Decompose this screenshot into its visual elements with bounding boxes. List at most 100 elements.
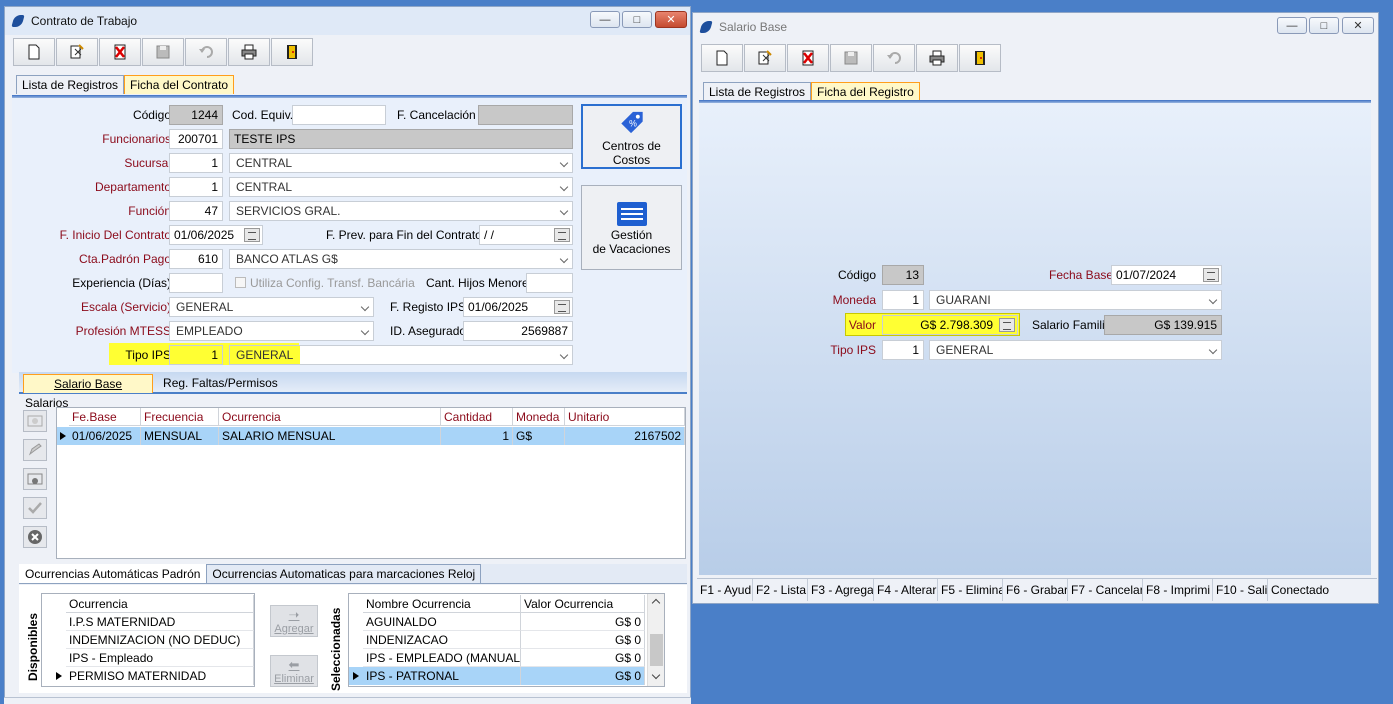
funcion-select[interactable]: SERVICIOS GRAL.: [229, 201, 573, 221]
close-button[interactable]: ✕: [1342, 17, 1374, 34]
escala-select[interactable]: GENERAL: [169, 297, 374, 317]
tab-ficha-contrato[interactable]: Ficha del Contrato: [124, 75, 235, 94]
col-header-fe-base[interactable]: Fe.Base: [69, 408, 141, 426]
experiencia-field[interactable]: [169, 273, 223, 293]
cod-equiv-field[interactable]: [292, 105, 386, 125]
edit-button[interactable]: [744, 44, 786, 72]
print-button[interactable]: [228, 38, 270, 66]
tipo-ips-select[interactable]: GENERAL: [229, 345, 573, 365]
tipo-ips-select[interactable]: GENERAL: [929, 340, 1222, 360]
new-button[interactable]: [13, 38, 55, 66]
calendar-icon[interactable]: [554, 300, 570, 314]
remove-row-button[interactable]: [23, 468, 47, 490]
eliminar-button[interactable]: ⬅ Eliminar: [270, 655, 318, 687]
col-header-moneda[interactable]: Moneda: [513, 408, 565, 426]
tipo-ips-id-field[interactable]: 1: [169, 345, 223, 365]
list-item[interactable]: I.P.S MATERNIDAD: [66, 613, 254, 631]
status-f8[interactable]: F8 - Imprimi: [1143, 579, 1213, 601]
cancel-row-button[interactable]: [23, 526, 47, 548]
salario-familia-field[interactable]: G$ 139.915: [1104, 315, 1222, 335]
list-item[interactable]: INDEMNIZACION (NO DEDUC): [66, 631, 254, 649]
funcionario-id-field[interactable]: 200701: [169, 129, 223, 149]
sel-cell-nombre[interactable]: IPS - EMPLEADO (MANUAL): [363, 649, 521, 667]
centros-costos-button[interactable]: % Centros de Costos: [581, 104, 682, 169]
status-f10[interactable]: F10 - Salir: [1213, 579, 1268, 601]
f-prev-field[interactable]: / /: [479, 225, 573, 245]
exit-button[interactable]: [271, 38, 313, 66]
sel-header-valor[interactable]: Valor Ocurrencia: [521, 595, 645, 613]
funcionario-nombre-field[interactable]: TESTE IPS: [229, 129, 573, 149]
calendar-icon[interactable]: [244, 228, 260, 242]
calculator-icon[interactable]: [999, 318, 1015, 332]
sucursal-select[interactable]: CENTRAL: [229, 153, 573, 173]
col-header-frecuencia[interactable]: Frecuencia: [141, 408, 219, 426]
tipo-ips-id-field[interactable]: 1: [882, 340, 924, 360]
gestion-vacaciones-button[interactable]: Gestión de Vacaciones: [581, 185, 682, 270]
id-asegurado-field[interactable]: 2569887: [463, 321, 573, 341]
f-inicio-field[interactable]: 01/06/2025: [169, 225, 263, 245]
cancel-button[interactable]: [185, 38, 227, 66]
utiliza-config-checkbox[interactable]: [235, 277, 246, 288]
add-row-button[interactable]: [23, 410, 47, 432]
edit-button[interactable]: [56, 38, 98, 66]
tab-lista-registros[interactable]: Lista de Registros: [703, 82, 812, 101]
minimize-button[interactable]: —: [590, 11, 620, 28]
calendar-icon[interactable]: [554, 228, 570, 242]
table-row[interactable]: IPS - PATRONAL G$ 0: [349, 667, 645, 685]
save-button[interactable]: [142, 38, 184, 66]
print-button[interactable]: [916, 44, 958, 72]
f-registo-ips-field[interactable]: 01/06/2025: [463, 297, 573, 317]
minimize-button[interactable]: —: [1277, 17, 1307, 34]
status-f4[interactable]: F4 - Alterar: [874, 579, 938, 601]
tab-ocurrencias-padron[interactable]: Ocurrencias Automáticas Padrón: [19, 564, 207, 583]
tab-ficha-registro[interactable]: Ficha del Registro: [811, 82, 920, 101]
status-f1[interactable]: F1 - Ayud: [697, 579, 753, 601]
delete-button[interactable]: [99, 38, 141, 66]
tab-lista-registros[interactable]: Lista de Registros: [16, 75, 125, 94]
status-f5[interactable]: F5 - Elimina: [938, 579, 1003, 601]
edit-row-button[interactable]: [23, 439, 47, 461]
departamento-select[interactable]: CENTRAL: [229, 177, 573, 197]
scroll-up-icon[interactable]: [651, 598, 661, 608]
disponibles-header[interactable]: Ocurrencia: [66, 595, 254, 613]
list-item[interactable]: PERMISO MATERNIDAD: [66, 667, 254, 685]
exit-button[interactable]: [959, 44, 1001, 72]
agregar-button[interactable]: ➝ Agregar: [270, 605, 318, 637]
col-header-cantidad[interactable]: Cantidad: [441, 408, 513, 426]
sel-cell-valor[interactable]: G$ 0: [521, 649, 645, 667]
new-button[interactable]: [701, 44, 743, 72]
maximize-button[interactable]: □: [1309, 17, 1339, 34]
valor-field[interactable]: G$ 2.798.309: [882, 315, 1018, 335]
moneda-id-field[interactable]: 1: [882, 290, 924, 310]
maximize-button[interactable]: □: [622, 11, 652, 28]
status-f7[interactable]: F7 - Cancelar: [1068, 579, 1143, 601]
departamento-id-field[interactable]: 1: [169, 177, 223, 197]
scroll-thumb[interactable]: [650, 634, 663, 666]
sucursal-id-field[interactable]: 1: [169, 153, 223, 173]
col-header-unitario[interactable]: Unitario: [565, 408, 685, 426]
sel-header-nombre[interactable]: Nombre Ocurrencia: [363, 595, 521, 613]
calendar-icon[interactable]: [1203, 268, 1219, 282]
status-f6[interactable]: F6 - Grabar: [1003, 579, 1068, 601]
sel-cell-nombre[interactable]: AGUINALDO: [363, 613, 521, 631]
list-item[interactable]: IPS - Empleado: [66, 649, 254, 667]
sel-cell-valor[interactable]: G$ 0: [521, 613, 645, 631]
codigo-field[interactable]: 1244: [169, 105, 223, 125]
status-f2[interactable]: F2 - Lista: [753, 579, 808, 601]
cta-padron-id-field[interactable]: 610: [169, 249, 223, 269]
cta-padron-select[interactable]: BANCO ATLAS G$: [229, 249, 573, 269]
fecha-base-field[interactable]: 01/07/2024: [1111, 265, 1222, 285]
cant-hijos-field[interactable]: [526, 273, 573, 293]
moneda-select[interactable]: GUARANI: [929, 290, 1222, 310]
save-button[interactable]: [830, 44, 872, 72]
profesion-select[interactable]: EMPLEADO: [169, 321, 374, 341]
cancel-button[interactable]: [873, 44, 915, 72]
funcion-id-field[interactable]: 47: [169, 201, 223, 221]
codigo-field[interactable]: 13: [882, 265, 924, 285]
status-f3[interactable]: F3 - Agrega: [808, 579, 874, 601]
col-header-ocurrencia[interactable]: Ocurrencia: [219, 408, 441, 426]
confirm-row-button[interactable]: [23, 497, 47, 519]
scroll-down-icon[interactable]: [651, 670, 661, 680]
tab-ocurrencias-reloj[interactable]: Ocurrencias Automaticas para marcaciones…: [206, 564, 482, 583]
delete-button[interactable]: [787, 44, 829, 72]
